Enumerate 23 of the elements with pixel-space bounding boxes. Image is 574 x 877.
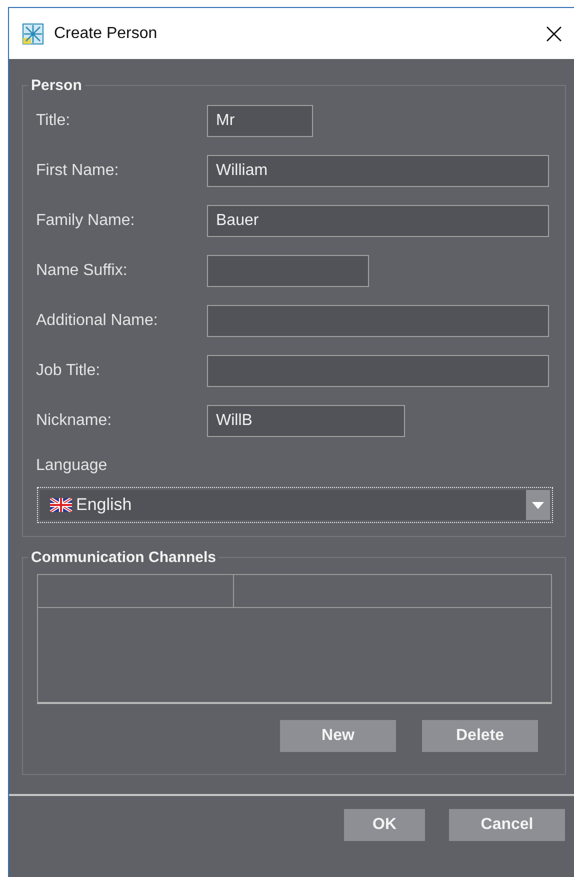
text-field[interactable] <box>207 355 549 387</box>
field-label: Name Suffix: <box>36 262 128 280</box>
flag-icon <box>50 498 72 512</box>
dropdown-arrow-icon <box>532 502 544 508</box>
field-label: First Name: <box>36 162 120 180</box>
field-label: Additional Name: <box>36 312 159 330</box>
text-field[interactable]: Mr <box>207 105 313 137</box>
text-field[interactable] <box>207 255 369 287</box>
language-dropdown[interactable]: English <box>37 487 553 523</box>
field-label: Language <box>36 457 108 475</box>
field-label: Job Title: <box>36 362 102 380</box>
field-label: Family Name: <box>36 212 136 230</box>
window-title: Create Person <box>54 24 158 42</box>
text-field[interactable]: Bauer <box>207 205 549 237</box>
field-label: Title: <box>36 112 72 130</box>
section-title: Person <box>30 77 83 94</box>
section-title: Communication Channels <box>30 549 218 566</box>
text-field[interactable] <box>207 305 549 337</box>
app-icon <box>22 22 44 44</box>
text-field[interactable]: William <box>207 155 549 187</box>
text-field[interactable]: WillB <box>207 405 405 437</box>
field-label: Nickname: <box>36 412 113 430</box>
close-icon[interactable] <box>546 26 562 42</box>
